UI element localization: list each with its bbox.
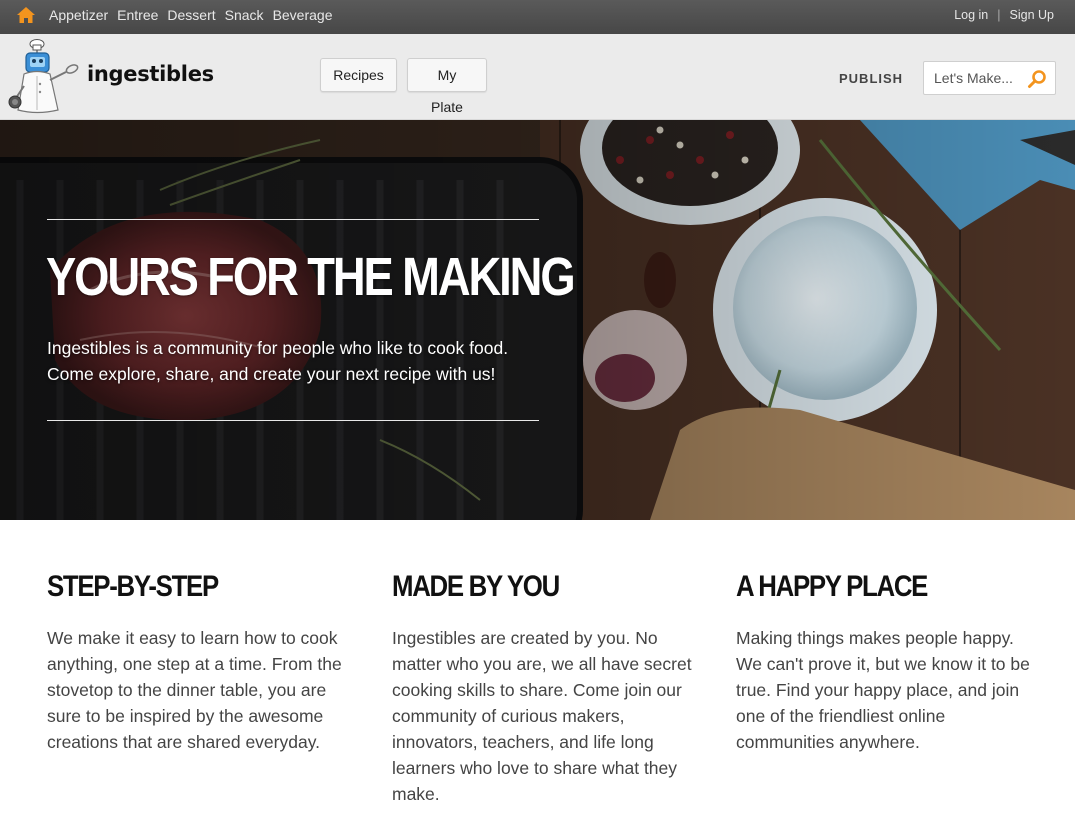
search-icon[interactable] bbox=[1027, 69, 1047, 89]
category-link-appetizer[interactable]: Appetizer bbox=[49, 7, 108, 23]
site-header: ingestibles Recipes My Plate PUBLISH bbox=[0, 34, 1075, 120]
feature-step-by-step: STEP-BY-STEP We make it easy to learn ho… bbox=[47, 570, 347, 755]
publish-link[interactable]: PUBLISH bbox=[839, 71, 903, 86]
hero-banner: YOURS FOR THE MAKING Ingestibles is a co… bbox=[0, 120, 1075, 520]
hero-rule-top bbox=[47, 219, 539, 220]
category-link-entree[interactable]: Entree bbox=[117, 7, 158, 23]
hero-title: YOURS FOR THE MAKING bbox=[46, 247, 576, 307]
feature-title: STEP-BY-STEP bbox=[47, 570, 219, 603]
hero-food-photo bbox=[0, 120, 1075, 520]
category-link-beverage[interactable]: Beverage bbox=[273, 7, 333, 23]
top-category-bar: Appetizer Entree Dessert Snack Beverage … bbox=[0, 0, 1075, 34]
feature-title: MADE BY YOU bbox=[392, 570, 560, 603]
recipes-button[interactable]: Recipes bbox=[320, 58, 397, 92]
home-icon[interactable] bbox=[16, 6, 36, 24]
brand-name[interactable]: ingestibles bbox=[87, 62, 214, 86]
feature-text: Ingestibles are created by you. No matte… bbox=[392, 628, 692, 804]
hero-description: Ingestibles is a community for people wh… bbox=[47, 335, 547, 387]
feature-text: We make it easy to learn how to cook any… bbox=[47, 628, 342, 752]
feature-text: Making things makes people happy. We can… bbox=[736, 628, 1030, 752]
feature-happy-place: A HAPPY PLACE Making things makes people… bbox=[736, 570, 1036, 755]
hero-rule-bottom bbox=[47, 420, 539, 421]
hero-line-1: Ingestibles is a community for people wh… bbox=[47, 338, 509, 358]
feature-made-by-you: MADE BY YOU Ingestibles are created by y… bbox=[392, 570, 692, 807]
search-box bbox=[923, 61, 1056, 95]
auth-separator: | bbox=[997, 8, 1001, 22]
my-plate-button[interactable]: My Plate bbox=[407, 58, 487, 115]
robot-chef-logo[interactable] bbox=[6, 36, 86, 116]
feature-title: A HAPPY PLACE bbox=[736, 570, 928, 603]
login-link[interactable]: Log in bbox=[954, 8, 988, 22]
signup-link[interactable]: Sign Up bbox=[1010, 8, 1054, 22]
hero-line-2: Come explore, share, and create your nex… bbox=[47, 364, 496, 384]
auth-links: Log in | Sign Up bbox=[954, 8, 1054, 22]
category-link-snack[interactable]: Snack bbox=[225, 7, 264, 23]
category-link-dessert[interactable]: Dessert bbox=[167, 7, 215, 23]
search-input[interactable] bbox=[924, 62, 1024, 94]
category-links: Appetizer Entree Dessert Snack Beverage bbox=[49, 7, 342, 23]
